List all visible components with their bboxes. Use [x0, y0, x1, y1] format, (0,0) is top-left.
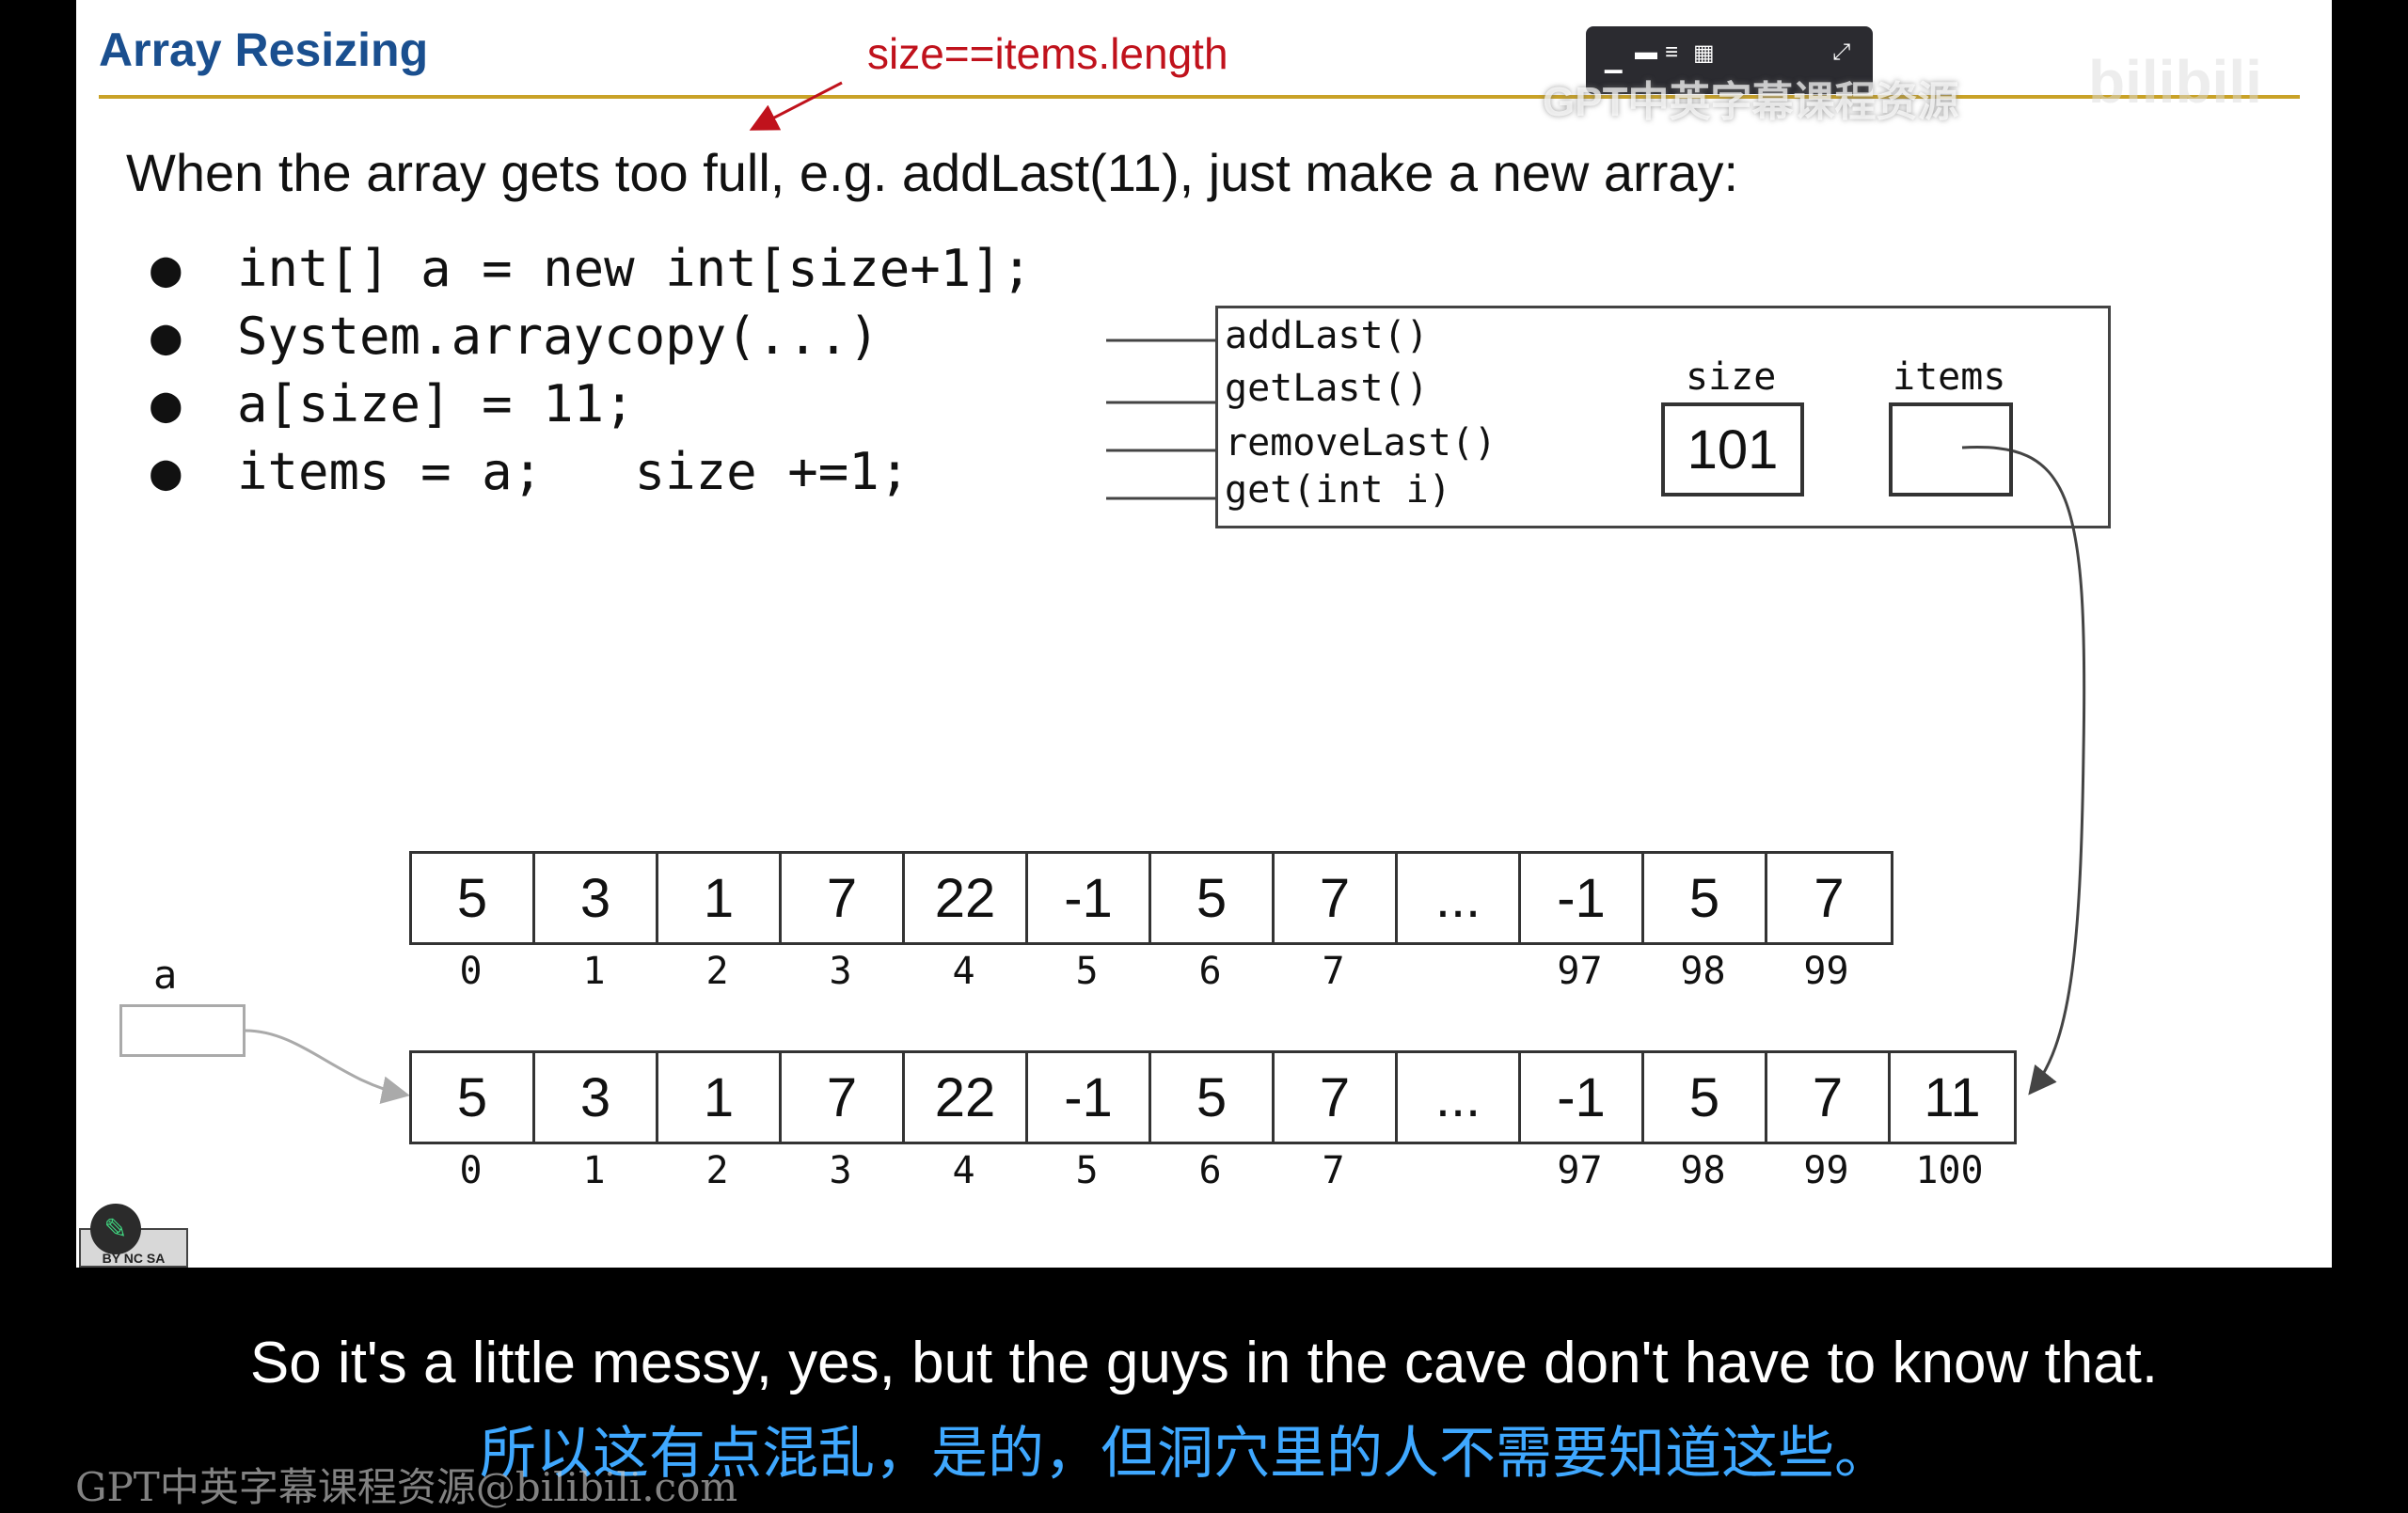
array-cell: 1: [658, 854, 782, 942]
var-a-label: a: [153, 952, 178, 998]
array-cell: 22: [905, 854, 1028, 942]
array-index: 100: [1915, 1149, 1984, 1192]
array-cell: 5: [1151, 854, 1275, 942]
layout-icon[interactable]: ▬: [1635, 39, 1657, 66]
size-annotation: size==items.length: [867, 29, 1228, 78]
array-cell: 7: [782, 854, 905, 942]
array-cell: 7: [1275, 1053, 1398, 1142]
array-cell: 22: [905, 1053, 1028, 1142]
old-array: 5 3 1 7 22 -1 5 7 ... -1 5 7: [409, 851, 1893, 945]
array-index: [1395, 1149, 1518, 1202]
code-bullets: ● int[] a = new int[size+1]; ● System.arra…: [150, 235, 1032, 506]
var-a-box: [119, 1004, 246, 1057]
slide-title: Array Resizing: [99, 24, 429, 76]
pen-tool-icon[interactable]: ✎: [90, 1204, 141, 1254]
array-index: 3: [829, 950, 852, 993]
array-index: 7: [1322, 1149, 1345, 1192]
bullet-item: ● a[size] = 11;: [150, 370, 1032, 438]
size-field-value: 101: [1661, 402, 1804, 496]
array-index: 3: [829, 1149, 852, 1192]
new-array: 5 3 1 7 22 -1 5 7 ... -1 5 7 11: [409, 1050, 2017, 1144]
method-removelast: removeLast(): [1225, 421, 1497, 465]
array-cell: 3: [535, 1053, 658, 1142]
new-array-indices: 0 1 2 3 4 5 6 7 97 98 99 100: [409, 1149, 2011, 1202]
array-cell: ...: [1398, 1053, 1521, 1142]
grid-icon[interactable]: ▦: [1693, 39, 1715, 67]
array-index: 97: [1557, 950, 1603, 993]
method-getlast: getLast(): [1225, 367, 1429, 410]
array-index: 5: [1075, 950, 1099, 993]
bullet-dot-icon: ●: [150, 307, 182, 366]
array-index: 2: [705, 950, 729, 993]
array-index: 98: [1680, 1149, 1726, 1192]
title-rule: [99, 95, 2300, 99]
items-field-box: [1889, 402, 2013, 496]
array-index: 99: [1803, 950, 1849, 993]
array-index: 0: [459, 950, 483, 993]
array-cell: 5: [1644, 1053, 1767, 1142]
bullet-item: ● System.arraycopy(...): [150, 303, 1032, 370]
list-icon[interactable]: ≡: [1665, 39, 1678, 66]
array-index: 6: [1198, 950, 1222, 993]
old-array-indices: 0 1 2 3 4 5 6 7 97 98 99: [409, 950, 1888, 1002]
array-cell: -1: [1521, 1053, 1644, 1142]
items-field-label: items: [1893, 355, 2006, 399]
array-index: 2: [705, 1149, 729, 1192]
bullet-dot-icon: ●: [150, 442, 182, 501]
array-cell: 7: [782, 1053, 905, 1142]
bullet-code: int[] a = new int[size+1];: [237, 239, 1033, 298]
array-cell: 5: [1644, 854, 1767, 942]
bullet-item: ● items = a; size +=1;: [150, 438, 1032, 506]
bullet-code: a[size] = 11;: [237, 374, 635, 433]
array-cell: 11: [1924, 1066, 1981, 1128]
array-index: 4: [952, 950, 975, 993]
array-cell: -1: [1521, 854, 1644, 942]
array-index: 6: [1198, 1149, 1222, 1192]
size-field-label: size: [1686, 355, 1777, 399]
array-cell: ...: [1398, 854, 1521, 942]
subtitle-english: So it's a little messy, yes, but the guy…: [249, 1331, 2159, 1395]
intro-text: When the array gets too full, e.g. addLa…: [126, 143, 1739, 202]
array-index: 1: [582, 1149, 606, 1192]
array-index: 1: [582, 950, 606, 993]
array-cell: 5: [412, 1053, 535, 1142]
expand-icon[interactable]: ⤢: [1832, 39, 1850, 66]
array-index: 98: [1680, 950, 1726, 993]
array-cell: 7: [1275, 854, 1398, 942]
bullet-code: items = a; size +=1;: [237, 442, 911, 501]
method-get: get(int i): [1225, 468, 1451, 512]
array-cell: 7: [1767, 1053, 1891, 1142]
array-index: 4: [952, 1149, 975, 1192]
bullet-dot-icon: ●: [150, 239, 182, 298]
array-cell: 7: [1814, 867, 1845, 929]
array-index: 99: [1803, 1149, 1849, 1192]
array-index: 97: [1557, 1149, 1603, 1192]
array-cell: 1: [658, 1053, 782, 1142]
array-cell: 3: [535, 854, 658, 942]
array-cell: 5: [1151, 1053, 1275, 1142]
array-cell: 5: [412, 854, 535, 942]
bullet-item: ● int[] a = new int[size+1];: [150, 235, 1032, 303]
method-addlast: addLast(): [1225, 314, 1429, 357]
array-cell: -1: [1028, 1053, 1151, 1142]
array-cell: -1: [1028, 854, 1151, 942]
array-index: 0: [459, 1149, 483, 1192]
bullet-code: System.arraycopy(...): [237, 307, 879, 366]
array-index: 5: [1075, 1149, 1099, 1192]
array-index: 7: [1322, 950, 1345, 993]
bullet-dot-icon: ●: [150, 374, 182, 433]
bilibili-logo: bilibili: [2088, 48, 2262, 116]
video-watermark: GPT中英字幕课程资源: [1543, 79, 1959, 125]
array-index: [1395, 950, 1518, 1002]
